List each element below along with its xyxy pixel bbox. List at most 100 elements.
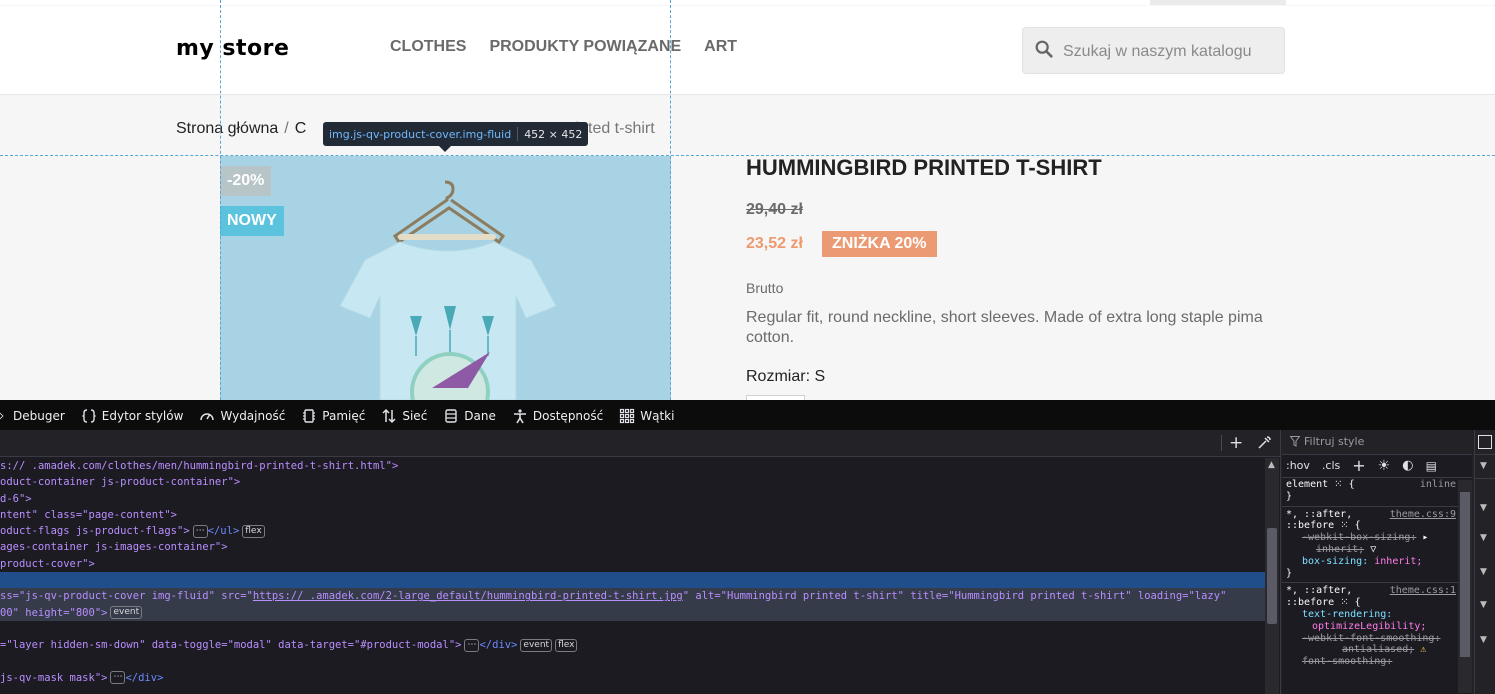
product-title: Hummingbird printed t-shirt [746,155,1102,180]
storage-icon [445,408,457,423]
chevron-down-icon[interactable]: ▼ [1480,600,1487,610]
tab-memory[interactable]: Pamięć [293,408,373,424]
network-arrows-icon [382,408,396,423]
tab-threads[interactable]: Wątki [611,408,682,424]
markup-line[interactable]: ages-container js-images-container"> [0,539,1265,555]
event-badge[interactable]: event [520,638,553,652]
eyedropper-icon[interactable] [1256,435,1272,451]
warning-icon[interactable]: ⚠ [1420,644,1426,655]
threads-grid-icon [620,408,635,423]
markup-line[interactable]: js-qv-mask mask"> ⋯ </div> [0,670,1265,686]
markup-line[interactable]: oduct-container js-product-container"> [0,474,1265,490]
markup-scrollbar[interactable]: ▲ [1265,458,1279,694]
class-toggle[interactable]: .cls [1322,459,1340,472]
chevron-down-icon[interactable]: ▼ [1480,503,1487,513]
filter-styles[interactable]: Filtruj style [1282,430,1472,455]
dark-mode-icon[interactable]: ◐ [1402,458,1413,473]
discount-flag: -20% [220,166,272,196]
tooltip-dimensions: 452 × 452 [524,127,583,141]
add-rule-icon[interactable]: + [1352,456,1365,475]
hover-toggle[interactable]: :hov [1286,459,1310,472]
add-node-icon[interactable]: + [1229,433,1243,453]
current-price: 23,52 zł [746,235,803,252]
tab-debugger[interactable]: Debuger [0,408,73,424]
memory-chip-icon [303,408,316,423]
new-flag: NOWY [220,206,284,236]
ellipsis-badge[interactable]: ⋯ [110,671,126,685]
tab-storage[interactable]: Dane [435,408,504,424]
site-header: my store Clothes Produkty powiązane Art [0,6,1495,95]
top-strip [0,0,1495,5]
search-icon [1035,40,1053,58]
accessibility-icon [513,408,526,423]
light-mode-icon[interactable]: ☀ [1378,458,1391,474]
toggle-sidebar-icon[interactable] [1478,435,1492,449]
chevron-down-icon[interactable]: ▼ [1480,533,1487,543]
tab-network[interactable]: Sieć [373,408,435,424]
markup-lines: s:// .amadek.com/clothes/men/hummingbird… [0,458,1265,686]
image-src-link[interactable]: https:// [253,590,304,602]
discount-badge: ZNIŻKA 20% [822,231,937,257]
regular-price: 29,40 zł [746,201,803,218]
rules-toolbar: :hov .cls + ☀ ◐ ▤ [1282,454,1472,478]
markup-line-selected-end[interactable]: 00" height="800"> event [0,604,1265,621]
tab-accessibility[interactable]: Dostępność [504,408,611,424]
tab-style-editor[interactable]: Edytor stylów [73,408,192,424]
markup-view[interactable]: + s:// .amadek.com/clothes/men/hummingbi… [0,430,1281,694]
rules-body: element ⁙ {inline } *, ::after, theme.css… [1282,479,1458,668]
rules-panel: Filtruj style :hov .cls + ☀ ◐ ▤ element … [1282,430,1472,694]
top-strip-tab [1150,0,1286,5]
tooltip-selector: img.js-qv-product-cover.img-fluid [329,127,512,141]
guide-vertical-left [220,0,221,400]
breadcrumb-separator: / [284,120,289,137]
tax-label: Brutto [746,280,784,296]
debugger-icon [0,412,4,419]
size-label: Rozmiar: S [746,368,826,385]
markup-line[interactable]: ="layer hidden-sm-down" data-toggle="mod… [0,637,1265,653]
rules-scrollbar[interactable] [1458,480,1472,693]
markup-line[interactable]: ntent" class="page-content"> [0,507,1265,523]
markup-line-selected[interactable] [0,572,1265,589]
inspector-tooltip: img.js-qv-product-cover.img-fluid 452 × … [323,122,589,152]
markup-line[interactable]: s:// .amadek.com/clothes/men/hummingbird… [0,458,1265,474]
product-description: Regular fit, round neckline, short sleev… [746,309,1263,346]
ellipsis-badge[interactable]: ⋯ [192,524,208,538]
nav-item-art[interactable]: Art [704,38,737,56]
nav-item-clothes[interactable]: Clothes [390,38,466,56]
devtools-panel: Debuger Edytor stylów Wydajność Pamięć S… [0,400,1495,694]
flex-badge[interactable]: flex [555,638,578,652]
ellipsis-badge[interactable]: ⋯ [464,638,480,652]
devtools-side-strip: ▼ ▼ ▼ ▼ ▼ ▼ [1474,430,1495,694]
nav-item-related-products[interactable]: Produkty powiązane [489,38,681,56]
markup-line[interactable]: oduct-flags js-product-flags"> ⋯ </ul> flex [0,523,1265,539]
markup-line-selected-attrs[interactable]: ss="js-qv-product-cover img-fluid" src="… [0,588,1265,605]
markup-toolbar: + [0,430,1280,457]
search-box[interactable] [1022,27,1285,74]
main-nav: Clothes Produkty powiązane Art [390,38,737,56]
tshirt-image [339,180,557,400]
flex-badge[interactable]: flex [242,524,265,538]
chevron-down-icon[interactable]: ▼ [1480,567,1487,577]
scroll-up-icon[interactable]: ▲ [1268,460,1275,470]
print-media-icon[interactable]: ▤ [1426,459,1437,473]
product-cover-highlight[interactable]: -20% NOWY [220,156,671,400]
devtools-toolbar: Debuger Edytor stylów Wydajność Pamięć S… [0,401,1495,430]
gauge-icon [200,412,215,420]
element-rule-selector: element [1286,479,1329,490]
stylesheet-link[interactable]: theme.css:1 [1390,585,1458,597]
store-logo[interactable]: my store [176,36,289,61]
guide-vertical-right [670,0,671,400]
braces-icon [82,408,96,423]
breadcrumb-home[interactable]: Strona główna [176,120,278,137]
stylesheet-link[interactable]: theme.css:9 [1390,509,1458,521]
tab-performance[interactable]: Wydajność [191,408,293,424]
size-value: S [814,368,826,385]
event-badge[interactable]: event [110,606,143,620]
markup-line[interactable]: d-6"> [0,491,1265,507]
chevron-down-icon[interactable]: ▼ [1480,635,1487,645]
chevron-down-icon[interactable]: ▼ [1480,461,1487,471]
markup-line[interactable]: product-cover"> [0,556,1265,572]
filter-icon [1290,436,1300,447]
search-input[interactable] [1061,36,1280,68]
breadcrumb-category[interactable]: C [295,120,307,137]
